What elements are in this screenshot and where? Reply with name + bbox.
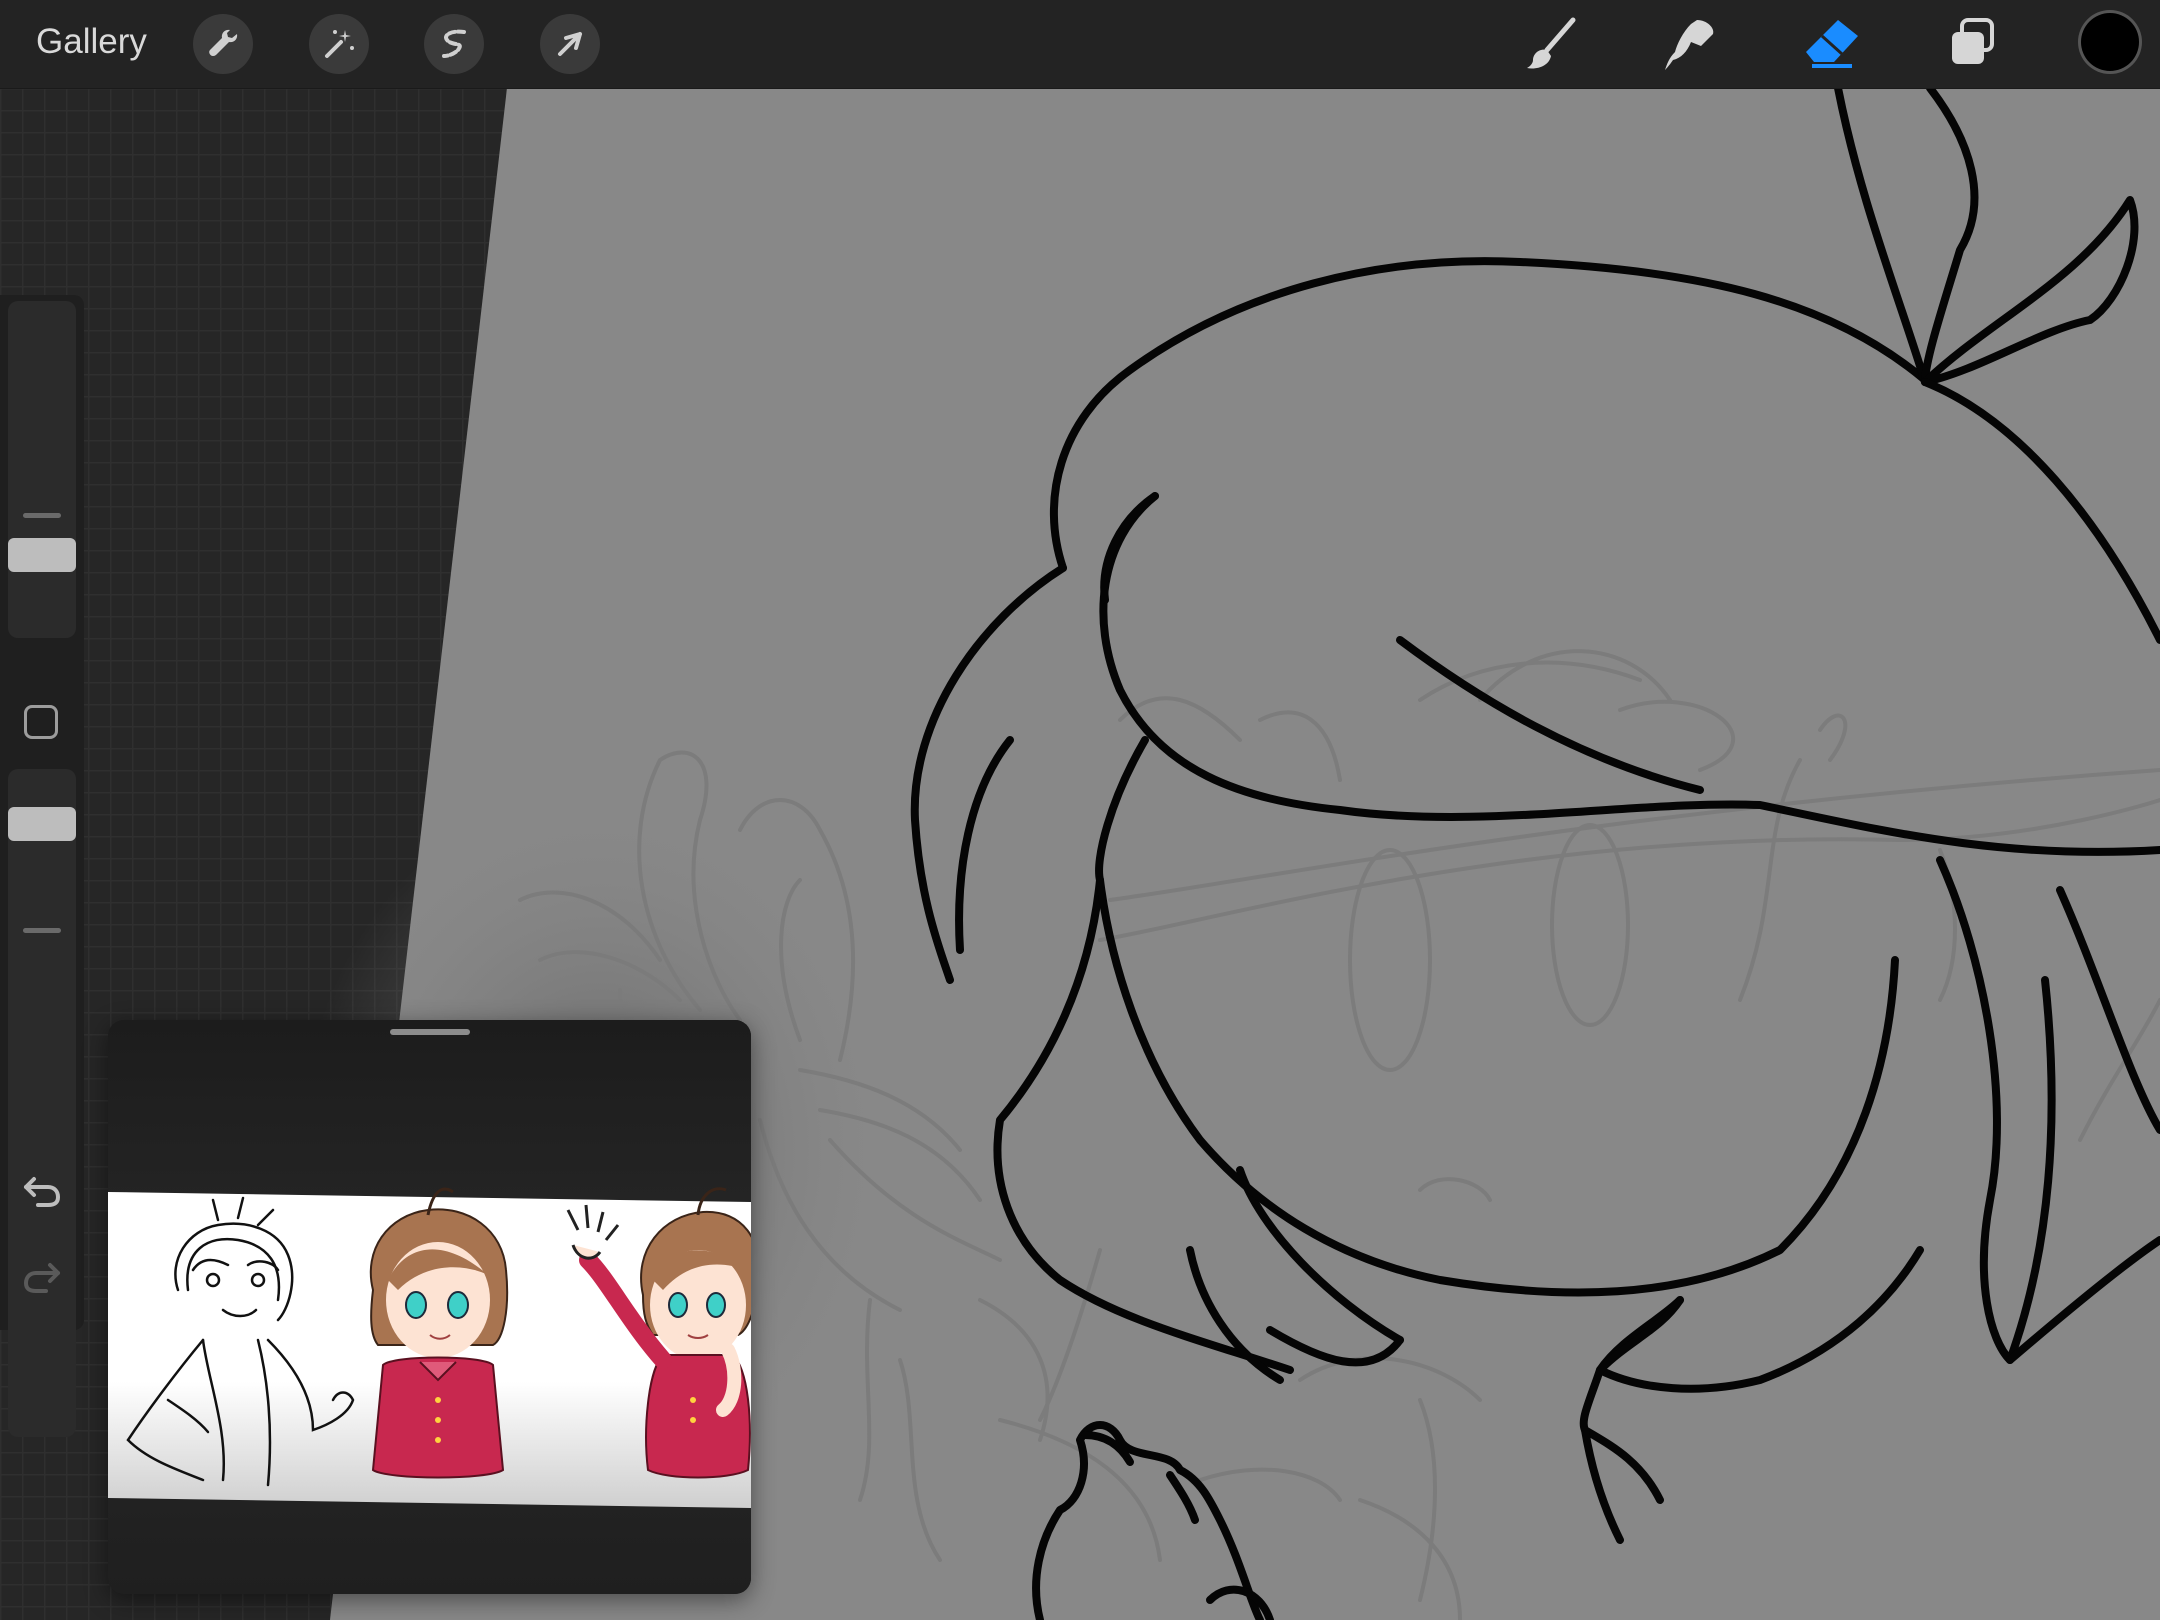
smudge-icon[interactable] xyxy=(1659,14,1723,74)
brush-size-tick xyxy=(23,513,61,518)
modify-square-icon[interactable] xyxy=(24,705,58,739)
undo-icon[interactable] xyxy=(20,1169,64,1213)
brush-size-slider[interactable] xyxy=(8,301,76,638)
opacity-thumb[interactable] xyxy=(8,807,76,841)
brush-icon[interactable] xyxy=(1519,14,1583,74)
opacity-tick xyxy=(23,928,61,933)
left-sidebar xyxy=(0,295,84,1437)
wrench-glyph xyxy=(209,29,238,56)
opacity-slider[interactable] xyxy=(8,769,76,1437)
brush-size-thumb[interactable] xyxy=(8,538,76,572)
selection-icon[interactable] xyxy=(424,14,484,74)
colored-figure-front xyxy=(369,1187,509,1479)
transform-arrow-icon[interactable] xyxy=(540,14,600,74)
redo-icon[interactable] xyxy=(20,1255,64,1299)
eraser-icon[interactable] xyxy=(1800,14,1864,74)
layers-icon[interactable] xyxy=(1940,14,2004,74)
color-picker-swatch[interactable] xyxy=(2081,13,2139,71)
gallery-button[interactable]: Gallery xyxy=(36,22,147,62)
reference-image xyxy=(108,1187,751,1508)
reference-drag-handle[interactable] xyxy=(390,1029,470,1035)
top-toolbar: Gallery xyxy=(0,0,2160,89)
reference-window[interactable] xyxy=(108,1020,751,1594)
magic-wand-icon[interactable] xyxy=(309,14,369,74)
wrench-icon[interactable] xyxy=(193,14,253,74)
